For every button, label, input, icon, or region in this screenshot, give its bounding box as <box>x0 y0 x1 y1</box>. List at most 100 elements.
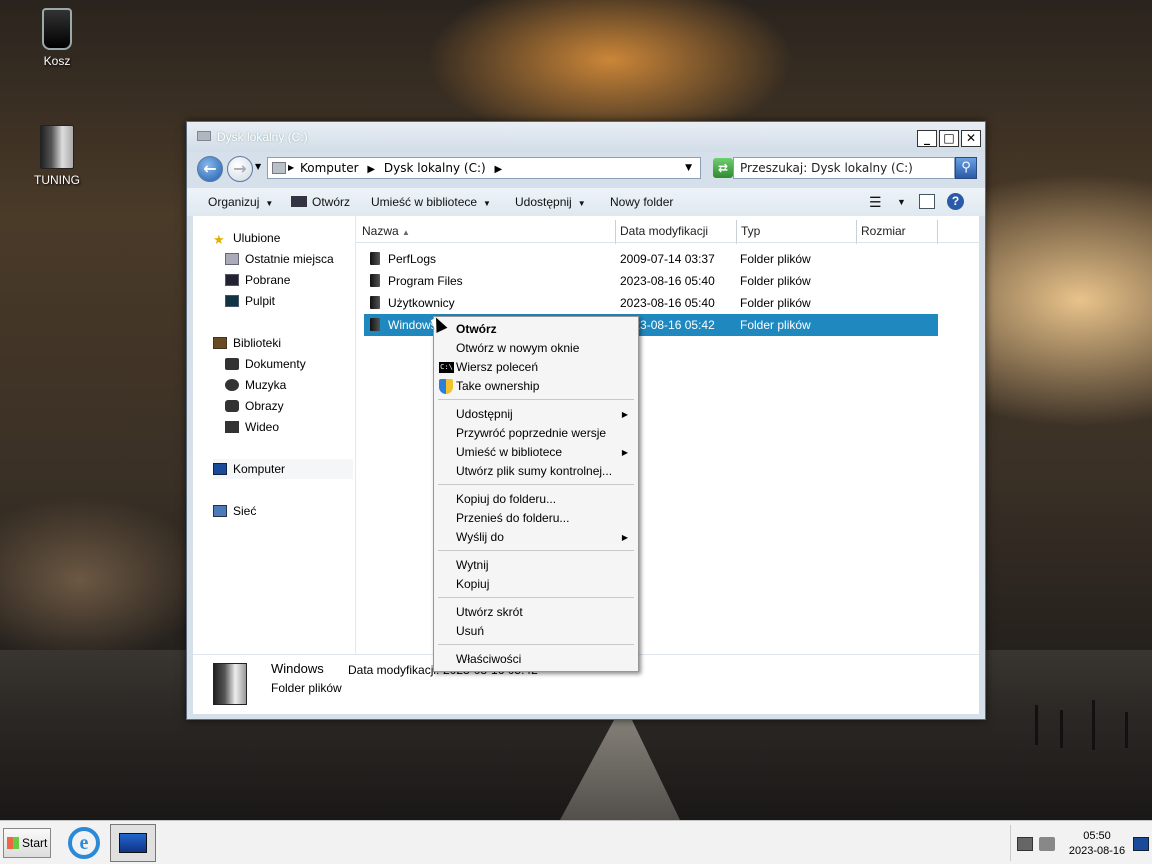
column-header-size[interactable]: Rozmiar <box>857 220 938 244</box>
folder-icon <box>40 125 74 169</box>
table-row[interactable]: PerfLogs 2009-07-14 03:37 Folder plików <box>364 248 938 270</box>
wallpaper-fence-post <box>1035 705 1038 745</box>
desktop-icon <box>225 295 239 307</box>
nav-recent-places[interactable]: Ostatnie miejsca <box>225 249 334 269</box>
close-button[interactable]: ✕ <box>961 130 981 147</box>
nav-videos[interactable]: Wideo <box>225 417 279 437</box>
show-desktop-icon[interactable] <box>1133 837 1149 851</box>
menu-item-copy[interactable]: Kopiuj <box>456 575 489 594</box>
help-icon[interactable]: ? <box>947 193 964 210</box>
nav-network[interactable]: Sieć <box>213 501 256 521</box>
table-row[interactable]: Użytkownicy 2023-08-16 05:40 Folder plik… <box>364 292 938 314</box>
menu-item-command-prompt[interactable]: Wiersz poleceń <box>456 358 538 377</box>
internet-explorer-icon[interactable]: e <box>68 827 100 859</box>
menu-item-include-library[interactable]: Umieść w bibliotece ▶ <box>456 443 636 462</box>
column-header-name[interactable]: Nazwa ▲ <box>358 220 616 244</box>
folder-icon <box>291 196 307 207</box>
menu-item-open[interactable]: Otwórz <box>456 320 497 339</box>
back-button[interactable]: ← <box>197 156 223 182</box>
nav-desktop[interactable]: Pulpit <box>225 291 275 311</box>
preview-pane-icon[interactable] <box>919 194 935 209</box>
menu-item-create-checksum[interactable]: Utwórz plik sumy kontrolnej... <box>456 462 612 481</box>
clock-time: 05:50 <box>1083 830 1111 842</box>
menu-item-take-ownership[interactable]: Take ownership <box>456 377 539 396</box>
nav-favorites-label: Ulubione <box>233 231 281 245</box>
menu-separator <box>438 399 634 400</box>
menu-item-restore-versions[interactable]: Przywróć poprzednie wersje <box>456 424 606 443</box>
taskbar: Start e 05:50 2023-08-16 <box>0 820 1152 864</box>
search-input[interactable]: Przeszukaj: Dysk lokalny (C:) <box>733 157 955 179</box>
network-disconnected-icon[interactable] <box>1017 837 1033 851</box>
nav-item-label: Pulpit <box>245 294 276 308</box>
address-dropdown-icon[interactable]: ▼ <box>685 158 692 178</box>
taskbar-explorer-button[interactable] <box>110 824 156 862</box>
nav-item-label: Obrazy <box>245 399 284 413</box>
column-header-type[interactable]: Typ <box>737 220 857 244</box>
nav-downloads[interactable]: Pobrane <box>225 270 290 290</box>
computer-icon <box>119 833 147 853</box>
history-dropdown-icon[interactable]: ▼ <box>255 162 261 171</box>
window-title: Dysk lokalny (C:) <box>217 130 308 144</box>
desktop-icon-tuning[interactable]: TUNING <box>17 125 97 187</box>
context-menu: Otwórz Otwórz w nowym oknie C:\ Wiersz p… <box>433 316 639 672</box>
view-options-icon[interactable]: ☰ <box>869 188 882 216</box>
maximize-button[interactable]: □ <box>939 130 959 147</box>
menu-item-properties[interactable]: Właściwości <box>456 650 521 669</box>
refresh-button[interactable]: ⇄ <box>713 158 733 178</box>
file-modified: 2009-07-14 03:37 <box>620 252 715 266</box>
file-name: Użytkownicy <box>388 296 455 310</box>
breadcrumb-local-disk[interactable]: Dysk lokalny (C:) <box>384 161 486 175</box>
menu-item-share[interactable]: Udostępnij ▶ <box>456 405 636 424</box>
share-label: Udostępnij <box>515 195 572 209</box>
clock[interactable]: 05:50 2023-08-16 <box>1067 829 1127 859</box>
sort-ascending-icon: ▲ <box>402 228 410 237</box>
volume-muted-icon[interactable] <box>1039 837 1055 851</box>
menu-item-label: Udostępnij <box>456 407 513 421</box>
chevron-right-icon[interactable]: ▶ <box>288 158 294 178</box>
address-bar[interactable]: ▶ Komputer ▶ Dysk lokalny (C:) ▶ ▼ <box>267 157 701 179</box>
share-button[interactable]: Udostępnij ▼ <box>515 188 586 218</box>
menu-item-cut[interactable]: Wytnij <box>456 556 489 575</box>
desktop-icon-recycle-bin[interactable]: Kosz <box>17 8 97 68</box>
nav-documents[interactable]: Dokumenty <box>225 354 306 374</box>
include-library-button[interactable]: Umieść w bibliotece ▼ <box>371 188 491 218</box>
forward-button[interactable]: → <box>227 156 253 182</box>
menu-item-move-to-folder[interactable]: Przenieś do folderu... <box>456 509 569 528</box>
menu-item-create-shortcut[interactable]: Utwórz skrót <box>456 603 523 622</box>
drive-icon <box>272 162 286 174</box>
nav-item-label: Muzyka <box>245 378 287 392</box>
videos-icon <box>225 421 239 433</box>
menu-item-delete[interactable]: Usuń <box>456 622 484 641</box>
organize-button[interactable]: Organizuj ▼ <box>208 188 273 218</box>
details-modified-label: Data modyfikacji: <box>348 663 440 677</box>
menu-item-copy-to-folder[interactable]: Kopiuj do folderu... <box>456 490 556 509</box>
minimize-button[interactable]: _ <box>917 130 937 147</box>
recycle-bin-icon <box>42 8 72 50</box>
chevron-right-icon[interactable]: ▶ <box>362 164 380 175</box>
menu-separator <box>438 484 634 485</box>
nav-computer[interactable]: Komputer <box>213 459 353 479</box>
star-icon: ★ <box>213 232 225 247</box>
breadcrumb-computer[interactable]: Komputer <box>300 161 359 175</box>
submenu-arrow-icon: ▶ <box>621 533 628 542</box>
nav-favorites[interactable]: ★ Ulubione <box>213 228 280 248</box>
details-name: Windows <box>271 661 324 676</box>
table-row[interactable]: Program Files 2023-08-16 05:40 Folder pl… <box>364 270 938 292</box>
column-header-modified[interactable]: Data modyfikacji <box>616 220 737 244</box>
nav-libraries[interactable]: Biblioteki <box>213 333 281 353</box>
command-bar: Organizuj ▼ Otwórz Umieść w bibliotece ▼ U… <box>187 188 985 216</box>
search-icon[interactable]: ⚲ <box>955 157 977 179</box>
nav-music[interactable]: Muzyka <box>225 375 286 395</box>
menu-item-send-to[interactable]: Wyślij do ▶ <box>456 528 636 547</box>
chevron-down-icon: ▼ <box>483 199 491 208</box>
open-button[interactable]: Otwórz <box>291 188 350 216</box>
menu-item-open-new-window[interactable]: Otwórz w nowym oknie <box>456 339 579 358</box>
new-folder-button[interactable]: Nowy folder <box>610 188 673 216</box>
chevron-down-icon[interactable]: ▼ <box>897 188 906 216</box>
details-type: Folder plików <box>271 681 342 695</box>
computer-icon <box>213 463 227 475</box>
title-bar[interactable]: Dysk lokalny (C:) _ □ ✕ <box>187 122 985 152</box>
chevron-right-icon[interactable]: ▶ <box>490 164 508 175</box>
start-button[interactable]: Start <box>3 828 51 858</box>
nav-pictures[interactable]: Obrazy <box>225 396 284 416</box>
